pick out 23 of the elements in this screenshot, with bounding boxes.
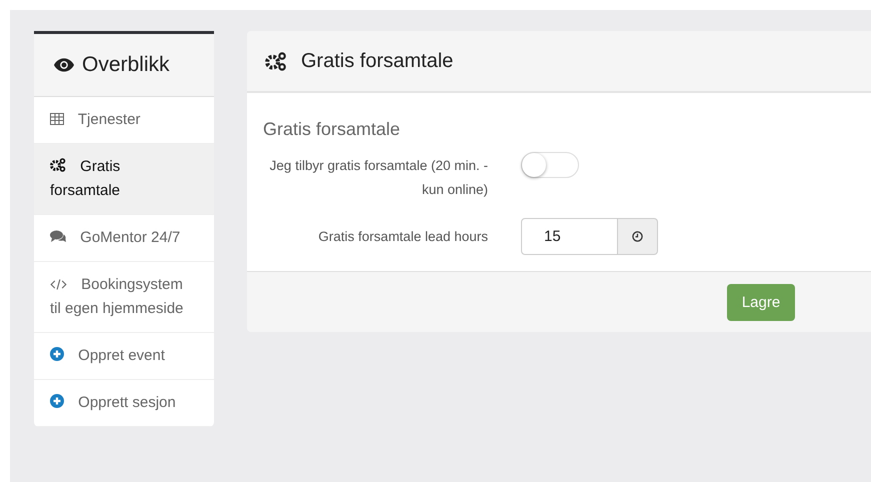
field-label: Gratis forsamtale lead hours xyxy=(317,228,488,246)
panel-title: Gratis forsamtale xyxy=(301,50,454,72)
section-title: Gratis forsamtale xyxy=(263,119,402,140)
table-icon xyxy=(50,113,64,125)
sidebar-title: Overblikk xyxy=(82,53,170,77)
gears-icon xyxy=(265,52,287,70)
sidebar-item[interactable]: Oppret event xyxy=(34,333,214,380)
toggle-switch[interactable] xyxy=(521,152,579,178)
plus-circle-icon xyxy=(50,347,64,361)
clock-addon[interactable] xyxy=(618,218,658,255)
sidebar-item[interactable]: GoMentor 24/7 xyxy=(34,215,214,262)
toggle-label: Jeg tilbyr gratis forsamtale (20 min. - kun online) xyxy=(268,157,488,199)
gears-icon xyxy=(50,158,66,172)
sidebar-item[interactable]: Bookingsystem til egen hjemmeside xyxy=(34,262,214,333)
lead-hours-field[interactable]: 15 xyxy=(521,218,618,255)
save-button[interactable]: Lagre xyxy=(727,284,795,320)
sidebar-item[interactable]: Gratis forsamtale xyxy=(34,144,214,215)
clock-icon xyxy=(632,231,643,242)
chat-icon xyxy=(50,230,66,243)
eye-icon xyxy=(54,58,74,72)
sidebar-item[interactable]: Opprett sesjon xyxy=(34,380,214,427)
plus-circle-icon xyxy=(50,394,64,408)
code-icon xyxy=(50,279,67,290)
